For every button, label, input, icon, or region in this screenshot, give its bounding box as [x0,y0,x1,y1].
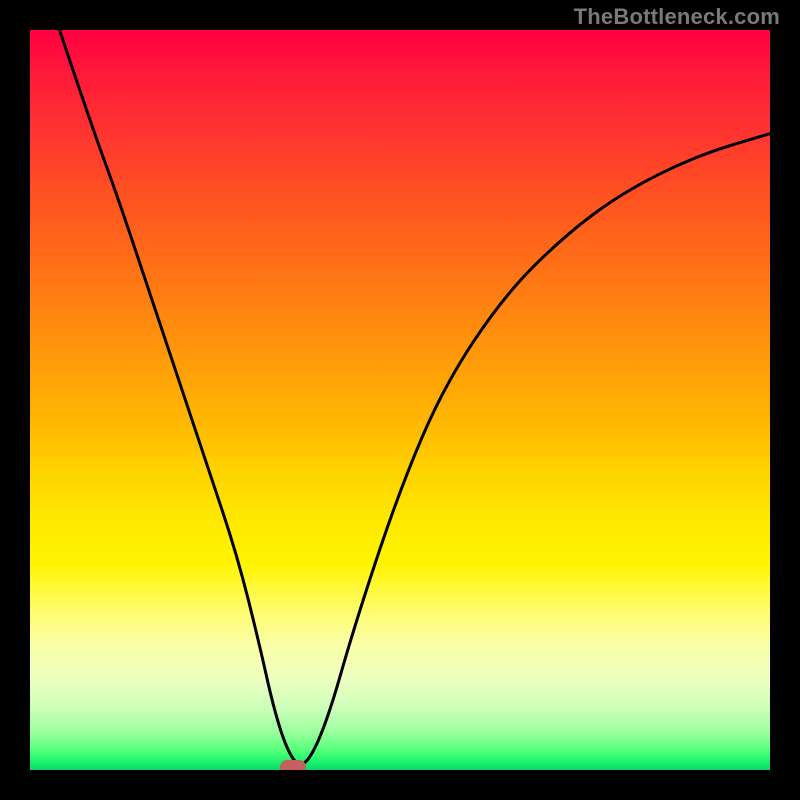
attribution-text: TheBottleneck.com [574,4,780,30]
optimal-point-marker [280,760,306,770]
plot-area [30,30,770,770]
chart-frame: TheBottleneck.com [0,0,800,800]
curve-layer [30,30,770,770]
bottleneck-curve [60,30,770,764]
